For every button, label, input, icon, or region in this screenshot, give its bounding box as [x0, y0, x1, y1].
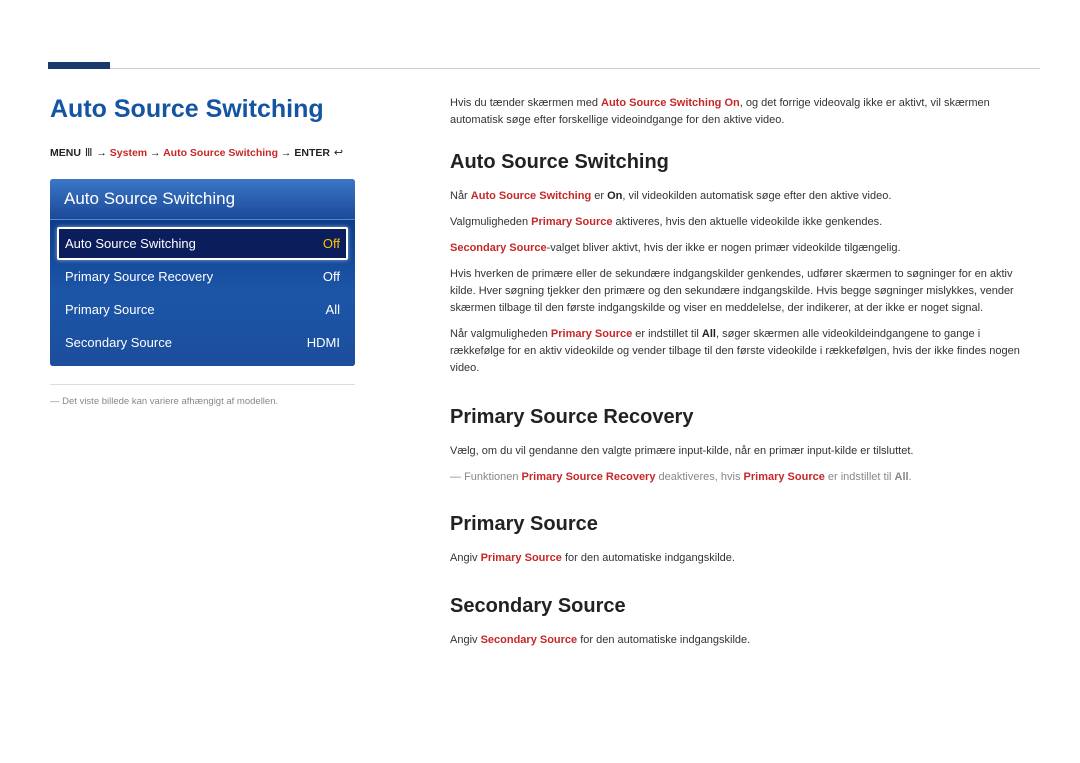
- heading-secondary-source: Secondary Source: [450, 595, 1035, 618]
- ass-p1: Når Auto Source Switching er On, vil vid…: [450, 188, 1035, 205]
- image-note: Det viste billede kan variere afhængigt …: [50, 395, 355, 408]
- menu-row-label: Auto Source Switching: [65, 236, 196, 251]
- heading-primary-source-recovery: Primary Source Recovery: [450, 406, 1035, 429]
- menu-row-secondary-source[interactable]: Secondary Source HDMI: [57, 326, 348, 359]
- ass-p2: Valgmuligheden Primary Source aktiveres,…: [450, 214, 1035, 231]
- crumb-system: System: [110, 147, 147, 159]
- menu-row-label: Primary Source: [65, 302, 155, 317]
- ass-p3: Secondary Source-valget bliver aktivt, h…: [450, 240, 1035, 257]
- menu-row-value: All: [326, 302, 340, 317]
- psr-p1: Vælg, om du vil gendanne den valgte prim…: [450, 443, 1035, 460]
- menu-row-primary-source[interactable]: Primary Source All: [57, 293, 348, 326]
- ass-p5: Når valgmuligheden Primary Source er ind…: [450, 326, 1035, 377]
- intro-paragraph: Hvis du tænder skærmen med Auto Source S…: [450, 95, 1035, 129]
- crumb-page: Auto Source Switching: [163, 147, 278, 159]
- osd-menu-header: Auto Source Switching: [50, 179, 355, 220]
- heading-auto-source-switching: Auto Source Switching: [450, 151, 1035, 174]
- menu-row-label: Secondary Source: [65, 335, 172, 350]
- enter-icon: ↩: [333, 147, 344, 159]
- heading-primary-source: Primary Source: [450, 513, 1035, 536]
- menu-icon: Ⅲ: [84, 147, 94, 159]
- ass-p4: Hvis hverken de primære eller de sekundæ…: [450, 266, 1035, 317]
- osd-menu: Auto Source Switching Auto Source Switch…: [50, 179, 355, 366]
- menu-row-value: Off: [323, 236, 340, 251]
- crumb-enter: ENTER: [294, 147, 330, 159]
- menu-row-auto-source-switching[interactable]: Auto Source Switching Off: [57, 227, 348, 260]
- page-title: Auto Source Switching: [50, 95, 355, 124]
- menu-row-value: Off: [323, 269, 340, 284]
- menu-row-primary-source-recovery[interactable]: Primary Source Recovery Off: [57, 260, 348, 293]
- menu-row-label: Primary Source Recovery: [65, 269, 213, 284]
- psr-note: Funktionen Primary Source Recovery deakt…: [450, 469, 1035, 486]
- menu-row-value: HDMI: [307, 335, 340, 350]
- crumb-menu: MENU: [50, 147, 81, 159]
- ps-p1: Angiv Primary Source for den automatiske…: [450, 550, 1035, 567]
- breadcrumb: MENU Ⅲ → System → Auto Source Switching …: [50, 146, 355, 161]
- ss-p1: Angiv Secondary Source for den automatis…: [450, 632, 1035, 649]
